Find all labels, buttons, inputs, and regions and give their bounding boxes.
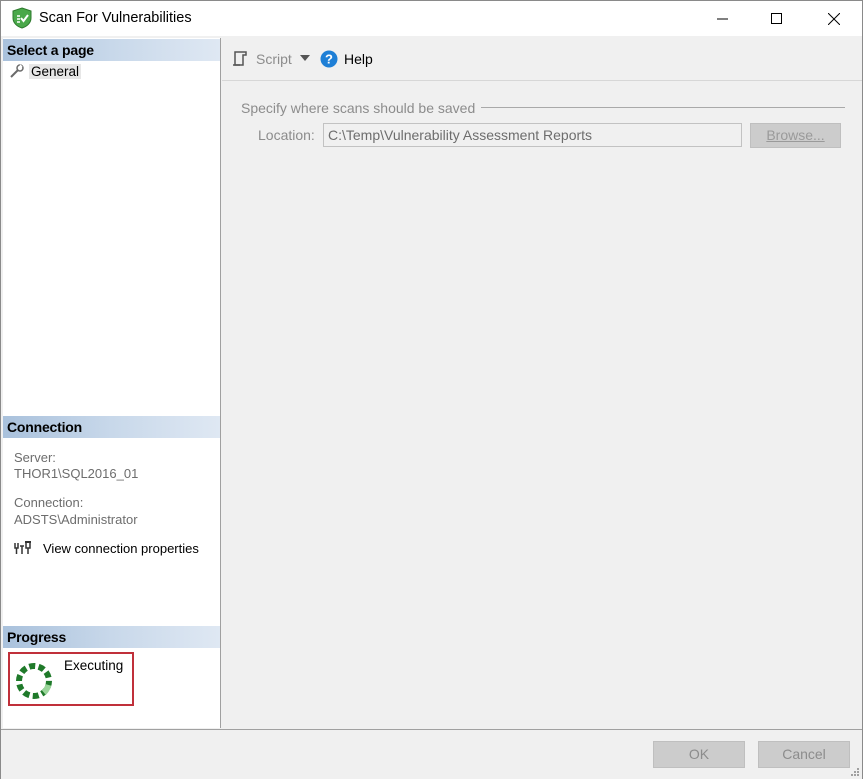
dropdown-arrow-icon	[300, 55, 310, 61]
progress-header: Progress	[3, 626, 220, 648]
window-title: Scan For Vulnerabilities	[39, 10, 192, 26]
minimize-icon	[717, 18, 728, 19]
toolbar: Script ? Help	[222, 38, 862, 81]
page-item-general[interactable]: General	[9, 62, 82, 80]
help-button[interactable]: ? Help	[320, 50, 373, 68]
maximize-button[interactable]	[754, 1, 800, 36]
connection-properties-icon	[14, 541, 31, 554]
script-button[interactable]: Script	[232, 50, 292, 68]
view-connection-properties-link[interactable]: View connection properties	[13, 540, 199, 556]
server-value: THOR1\SQL2016_01	[14, 466, 139, 481]
select-page-header: Select a page	[3, 39, 220, 61]
connection-label: Connection:	[14, 495, 84, 510]
content-pane: Script ? Help Specify where scans should…	[222, 38, 862, 728]
minimize-button[interactable]	[700, 1, 746, 36]
page-item-label: General	[29, 63, 82, 79]
ok-button[interactable]: OK	[653, 741, 745, 768]
shield-check-icon	[12, 7, 32, 29]
view-connection-properties-label: View connection properties	[43, 540, 199, 556]
close-button[interactable]	[811, 1, 857, 36]
connection-value: ADSTS\Administrator	[14, 512, 138, 527]
help-icon: ?	[320, 50, 338, 68]
dialog-footer: OK Cancel	[1, 729, 862, 779]
browse-button[interactable]: Browse...	[750, 123, 841, 148]
close-icon	[828, 12, 840, 25]
location-label: Location:	[258, 127, 315, 143]
spinner-icon	[16, 663, 52, 699]
left-pane: Select a page General Connection Server:…	[3, 38, 221, 728]
help-label: Help	[344, 51, 373, 67]
location-input[interactable]: C:\Temp\Vulnerability Assessment Reports	[323, 123, 742, 147]
server-label: Server:	[14, 450, 56, 465]
script-icon	[233, 51, 247, 66]
title-bar: Scan For Vulnerabilities	[1, 1, 862, 36]
connection-header: Connection	[3, 416, 220, 438]
group-label: Specify where scans should be saved	[241, 100, 482, 116]
wrench-icon	[10, 64, 24, 78]
cancel-button[interactable]: Cancel	[758, 741, 850, 768]
script-dropdown-button[interactable]	[300, 55, 310, 61]
svg-text:?: ?	[325, 52, 333, 67]
maximize-icon	[771, 12, 782, 24]
dialog-window: Scan For Vulnerabilities Select a page G…	[0, 0, 863, 779]
resize-grip-icon[interactable]	[850, 767, 860, 777]
script-label: Script	[256, 51, 292, 67]
progress-status-box: Executing	[8, 652, 134, 706]
progress-status-text: Executing	[64, 658, 124, 673]
